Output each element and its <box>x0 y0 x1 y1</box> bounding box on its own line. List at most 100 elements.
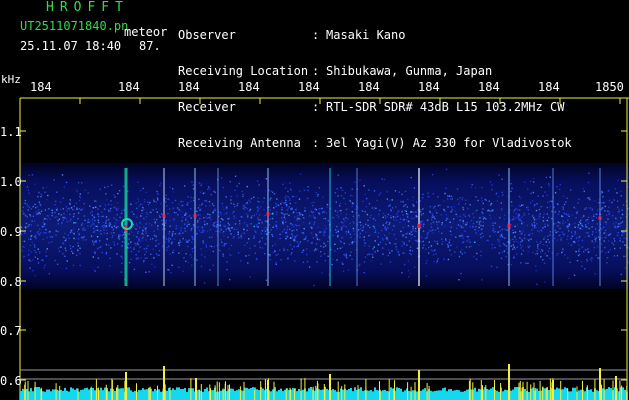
noise-dot <box>501 251 503 253</box>
noise-dot <box>171 264 173 266</box>
trace-bar <box>516 387 518 400</box>
noise-dot <box>528 245 531 247</box>
noise-dot <box>363 261 366 263</box>
noise-dot <box>527 245 529 247</box>
info-row-observer: Observer: Masaki Kano <box>178 29 572 41</box>
noise-dot <box>213 222 215 224</box>
noise-dot <box>346 233 348 235</box>
noise-dot <box>230 195 232 198</box>
noise-dot <box>286 204 288 206</box>
noise-dot <box>72 215 75 218</box>
noise-dot <box>154 234 156 236</box>
noise-dot <box>40 193 42 195</box>
noise-dot <box>166 205 168 207</box>
noise-dot <box>143 208 145 211</box>
noise-dot <box>453 206 455 208</box>
noise-dot <box>116 225 118 228</box>
noise-dot <box>231 227 234 229</box>
noise-dot <box>401 241 404 243</box>
noise-dot <box>272 235 274 238</box>
noise-dot <box>225 230 228 232</box>
noise-dot <box>105 253 107 255</box>
noise-dot <box>32 270 34 272</box>
noise-dot <box>77 245 80 247</box>
noise-dot <box>617 223 620 225</box>
noise-dot <box>400 200 402 203</box>
noise-dot <box>309 215 311 217</box>
noise-dot <box>368 202 371 205</box>
noise-dot <box>447 258 450 261</box>
noise-dot <box>272 252 275 254</box>
noise-dot <box>408 233 411 235</box>
noise-dot <box>86 221 89 224</box>
noise-dot <box>491 247 493 249</box>
noise-dot <box>442 240 444 243</box>
noise-dot <box>617 211 619 213</box>
noise-dot <box>269 254 271 256</box>
noise-dot <box>34 236 36 238</box>
noise-dot <box>349 222 351 225</box>
noise-dot <box>228 224 230 226</box>
noise-dot <box>136 236 138 238</box>
noise-dot <box>323 229 326 232</box>
noise-dot <box>352 241 354 243</box>
noise-dot <box>173 211 176 214</box>
trace-bar <box>352 391 354 400</box>
noise-dot <box>295 209 297 211</box>
noise-dot <box>422 225 424 227</box>
noise-dot <box>285 201 287 203</box>
noise-dot <box>143 233 145 236</box>
noise-dot <box>607 251 610 253</box>
noise-dot <box>548 183 550 185</box>
noise-dot <box>233 235 235 238</box>
trace-bar <box>108 391 110 400</box>
noise-dot <box>574 233 577 235</box>
noise-dot <box>434 229 437 231</box>
noise-dot <box>543 238 545 240</box>
noise-dot <box>353 222 355 224</box>
noise-dot <box>613 255 616 257</box>
noise-dot <box>608 234 610 236</box>
noise-dot <box>108 265 111 267</box>
noise-dot <box>28 238 30 240</box>
noise-dot <box>386 237 388 239</box>
noise-dot <box>246 185 248 188</box>
noise-dot <box>67 234 69 236</box>
noise-dot <box>568 225 570 227</box>
noise-dot <box>410 176 412 179</box>
noise-dot <box>606 234 608 236</box>
noise-dot <box>185 253 187 255</box>
noise-dot <box>608 240 610 242</box>
noise-dot <box>578 250 580 252</box>
noise-dot <box>240 235 242 237</box>
noise-dot <box>286 225 289 228</box>
noise-dot <box>382 247 384 249</box>
noise-dot <box>503 244 506 246</box>
noise-dot <box>218 243 221 246</box>
noise-dot <box>180 227 182 229</box>
trace-bar <box>396 387 398 400</box>
noise-dot <box>377 243 380 246</box>
noise-dot <box>95 241 98 243</box>
noise-dot <box>24 232 26 234</box>
noise-dot <box>54 204 56 206</box>
noise-dot <box>410 253 412 256</box>
noise-dot <box>402 235 404 237</box>
y-tick-label: 0.9 <box>0 225 22 239</box>
noise-dot <box>218 231 221 233</box>
noise-dot <box>364 211 366 213</box>
info-sep: : <box>312 64 320 78</box>
noise-dot <box>312 211 315 213</box>
noise-dot <box>354 181 356 183</box>
noise-dot <box>340 195 343 197</box>
noise-dot <box>346 257 348 259</box>
noise-dot <box>303 189 306 191</box>
noise-dot <box>624 244 626 246</box>
noise-dot <box>434 205 436 208</box>
noise-dot <box>336 248 339 250</box>
noise-dot <box>190 229 192 232</box>
noise-dot <box>340 187 342 189</box>
noise-dot <box>196 221 199 224</box>
noise-dot <box>468 246 471 248</box>
noise-dot <box>519 197 522 200</box>
